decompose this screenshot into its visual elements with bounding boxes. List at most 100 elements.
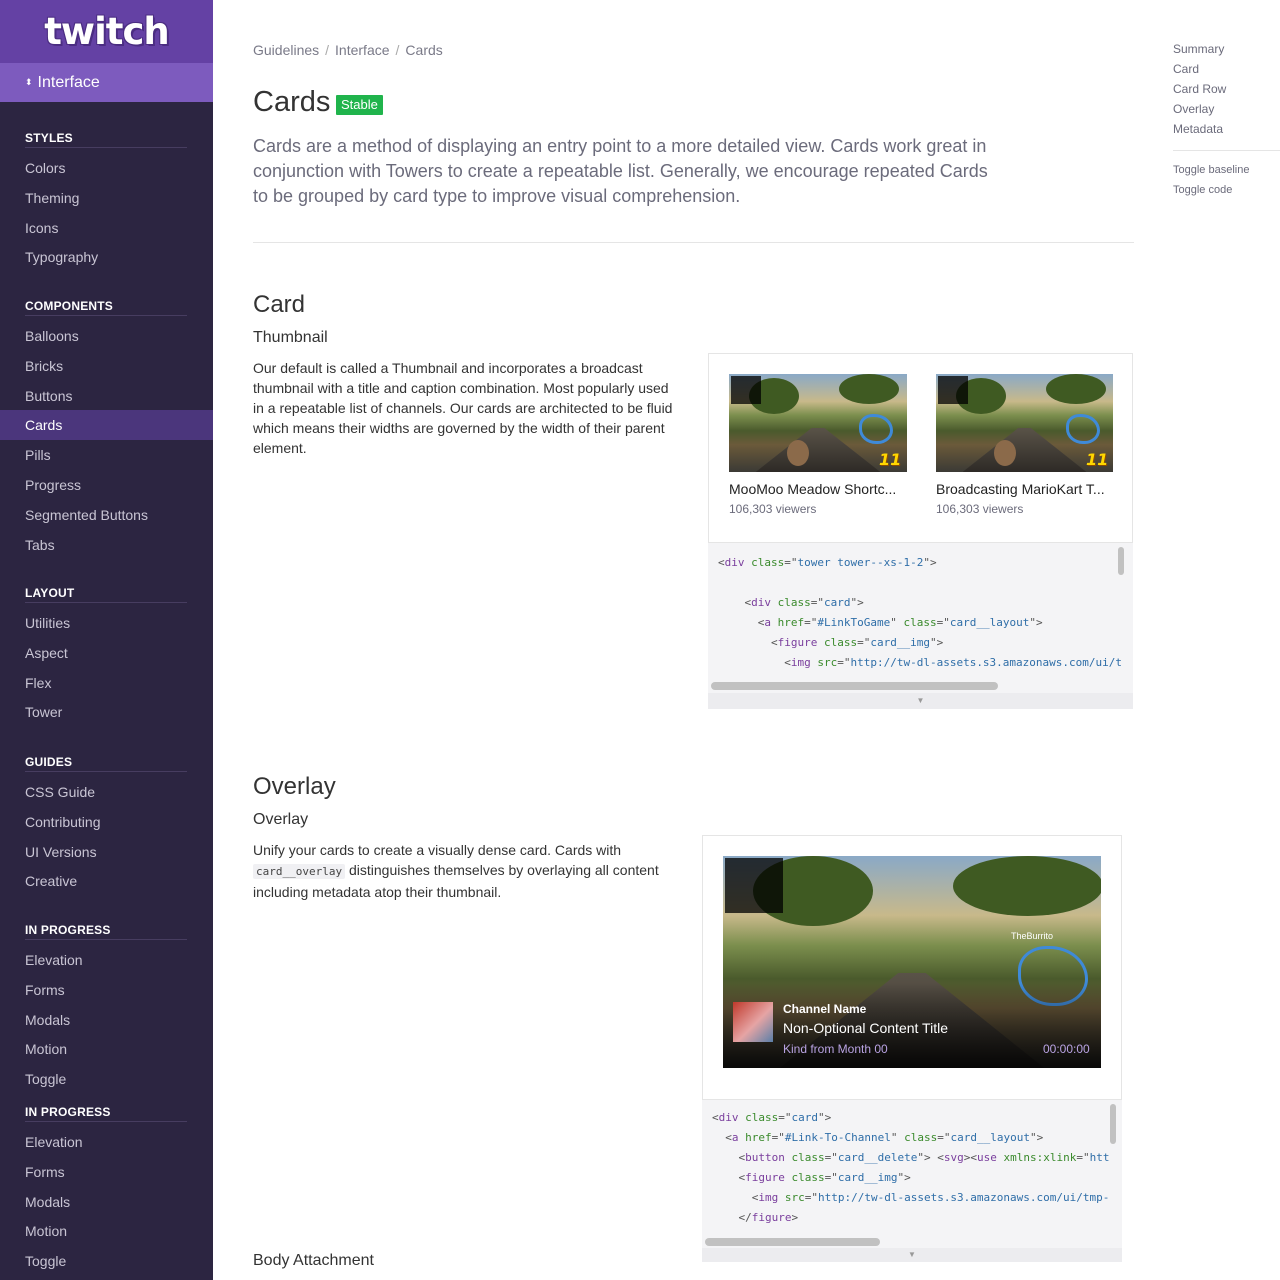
overlay-channel-name[interactable]: Channel Name: [783, 1002, 866, 1016]
horizontal-scrollbar[interactable]: [705, 1238, 880, 1246]
toggle-baseline-link[interactable]: Toggle baseline: [1173, 164, 1249, 176]
code-token: <: [718, 616, 765, 629]
code-token: <: [712, 1171, 746, 1184]
breadcrumb-guidelines[interactable]: Guidelines: [253, 42, 319, 58]
card-thumbnail-image[interactable]: 11: [729, 374, 907, 472]
sidebar-item-motion[interactable]: Motion: [0, 1216, 213, 1246]
code-token: #LinkToGame: [817, 616, 891, 629]
toggle-code-link[interactable]: Toggle code: [1173, 184, 1232, 196]
sidebar-item-elevation[interactable]: Elevation: [0, 945, 213, 975]
code-token: =": [804, 1191, 818, 1204]
vertical-scrollbar[interactable]: [1110, 1104, 1116, 1144]
sidebar-item-icons[interactable]: Icons: [0, 213, 213, 243]
code-token: src: [784, 1191, 805, 1204]
code-token: <: [712, 1111, 719, 1124]
card-viewers: 106,303 viewers: [729, 502, 817, 516]
code-token: "> <: [917, 1151, 944, 1164]
sidebar-item-tabs[interactable]: Tabs: [0, 530, 213, 560]
nav-heading: LAYOUT: [25, 586, 187, 603]
sidebar-item-modals[interactable]: Modals: [0, 1187, 213, 1217]
code-line: <button class="card__delete"> <svg><use …: [712, 1148, 1109, 1168]
horizontal-scrollbar[interactable]: [711, 682, 998, 690]
card-title[interactable]: Broadcasting MarioKart T...: [936, 481, 1113, 497]
code-token: href: [745, 1131, 772, 1144]
toc-overlay[interactable]: Overlay: [1173, 102, 1214, 116]
code-token: =": [778, 1111, 792, 1124]
code-token: card__layout: [950, 1131, 1030, 1144]
sidebar-item-balloons[interactable]: Balloons: [0, 321, 213, 351]
sidebar-item-cards[interactable]: Cards: [0, 410, 213, 440]
code-token: src: [817, 656, 838, 669]
overlay-card[interactable]: TheBurrito Channel Name Non-Optional Con…: [723, 856, 1101, 1068]
sidebar-item-motion[interactable]: Motion: [0, 1034, 213, 1064]
vertical-scrollbar[interactable]: [1118, 547, 1124, 575]
sidebar-item-css-guide[interactable]: CSS Guide: [0, 777, 213, 807]
sidebar-item-segmented-buttons[interactable]: Segmented Buttons: [0, 500, 213, 530]
expand-code-toggle[interactable]: ▼: [708, 693, 1133, 709]
sidebar-item-creative[interactable]: Creative: [0, 866, 213, 896]
breadcrumb-cards[interactable]: Cards: [405, 42, 442, 58]
toc-summary[interactable]: Summary: [1173, 42, 1224, 56]
sidebar-item-flex[interactable]: Flex: [0, 668, 213, 698]
code-line: <img src="http://tw-dl-assets.s3.amazona…: [712, 1188, 1110, 1208]
sidebar-item-theming[interactable]: Theming: [0, 183, 213, 213]
sidebar-item-forms[interactable]: Forms: [0, 1157, 213, 1187]
sidebar-item-toggle[interactable]: Toggle: [0, 1064, 213, 1094]
channel-avatar[interactable]: [733, 1002, 773, 1042]
thumbnail-example: 11 MooMoo Meadow Shortc... 106,303 viewe…: [708, 353, 1133, 543]
sidebar-item-toggle[interactable]: Toggle: [0, 1246, 213, 1276]
sidebar-item-tower[interactable]: Tower: [0, 697, 213, 727]
sidebar: twitch ⬍ Interface STYLES Colors Theming Ic…: [0, 0, 213, 1280]
sidebar-item-colors[interactable]: Colors: [0, 153, 213, 183]
breadcrumb-interface[interactable]: Interface: [335, 42, 389, 58]
code-line: <img src="http://tw-dl-assets.s3.amazona…: [718, 653, 1122, 673]
code-token: href: [777, 616, 805, 629]
sidebar-item-buttons[interactable]: Buttons: [0, 381, 213, 411]
breadcrumb-separator: /: [395, 42, 400, 58]
code-line: <figure class="card__img">: [712, 1168, 910, 1188]
code-token: =": [804, 616, 818, 629]
toc-divider: [1173, 150, 1280, 151]
code-token: =": [771, 1131, 785, 1144]
code-token: card__layout: [949, 616, 1030, 629]
sidebar-item-ui-versions[interactable]: UI Versions: [0, 837, 213, 867]
expand-code-toggle[interactable]: ▼: [702, 1248, 1122, 1262]
toc-card-row[interactable]: Card Row: [1173, 82, 1226, 96]
code-line: <div class="card">: [718, 593, 863, 613]
code-token: http://tw-dl-assets.s3.amazonaws.com/ui/…: [817, 1191, 1110, 1204]
sidebar-item-bricks[interactable]: Bricks: [0, 351, 213, 381]
card-title[interactable]: MooMoo Meadow Shortc...: [729, 481, 907, 497]
code-token: class: [791, 1171, 825, 1184]
twitch-logo[interactable]: twitch: [44, 13, 170, 50]
sidebar-item-aspect[interactable]: Aspect: [0, 638, 213, 668]
code-token: card: [791, 1111, 819, 1124]
sidebar-item-modals[interactable]: Modals: [0, 1005, 213, 1035]
code-line: <a href="#LinkToGame" class="card__layou…: [718, 613, 1043, 633]
code-token: img: [758, 1191, 779, 1204]
sidebar-item-pills[interactable]: Pills: [0, 440, 213, 470]
code-token: class: [791, 1151, 825, 1164]
code-token: htt: [1089, 1151, 1110, 1164]
section-description-overlay: Unify your cards to create a visually de…: [253, 840, 683, 902]
code-token: <: [718, 636, 778, 649]
overlay-duration: 00:00:00: [1043, 1042, 1090, 1056]
sidebar-item-progress[interactable]: Progress: [0, 470, 213, 500]
code-token: figure: [745, 1171, 785, 1184]
sidebar-item-utilities[interactable]: Utilities: [0, 608, 213, 638]
toc-card[interactable]: Card: [1173, 62, 1199, 76]
code-token: ">: [1029, 616, 1043, 629]
code-snippet-thumbnail[interactable]: <div class="tower tower--xs-1-2"> <div c…: [708, 543, 1133, 693]
card-thumbnail-image[interactable]: 11: [936, 374, 1113, 472]
sidebar-item-forms[interactable]: Forms: [0, 975, 213, 1005]
sidebar-item-elevation[interactable]: Elevation: [0, 1127, 213, 1157]
toc-metadata[interactable]: Metadata: [1173, 122, 1223, 136]
inline-code: card__overlay: [253, 864, 346, 879]
code-snippet-overlay[interactable]: <div class="card"> <a href="#Link-To-Cha…: [702, 1100, 1122, 1248]
overlay-content-title[interactable]: Non-Optional Content Title: [783, 1020, 948, 1036]
code-token: div: [751, 596, 771, 609]
code-token: =": [824, 1151, 838, 1164]
code-token: a: [731, 1131, 739, 1144]
sidebar-item-typography[interactable]: Typography: [0, 242, 213, 272]
sidebar-item-contributing[interactable]: Contributing: [0, 807, 213, 837]
section-switcher[interactable]: ⬍ Interface: [0, 63, 213, 102]
